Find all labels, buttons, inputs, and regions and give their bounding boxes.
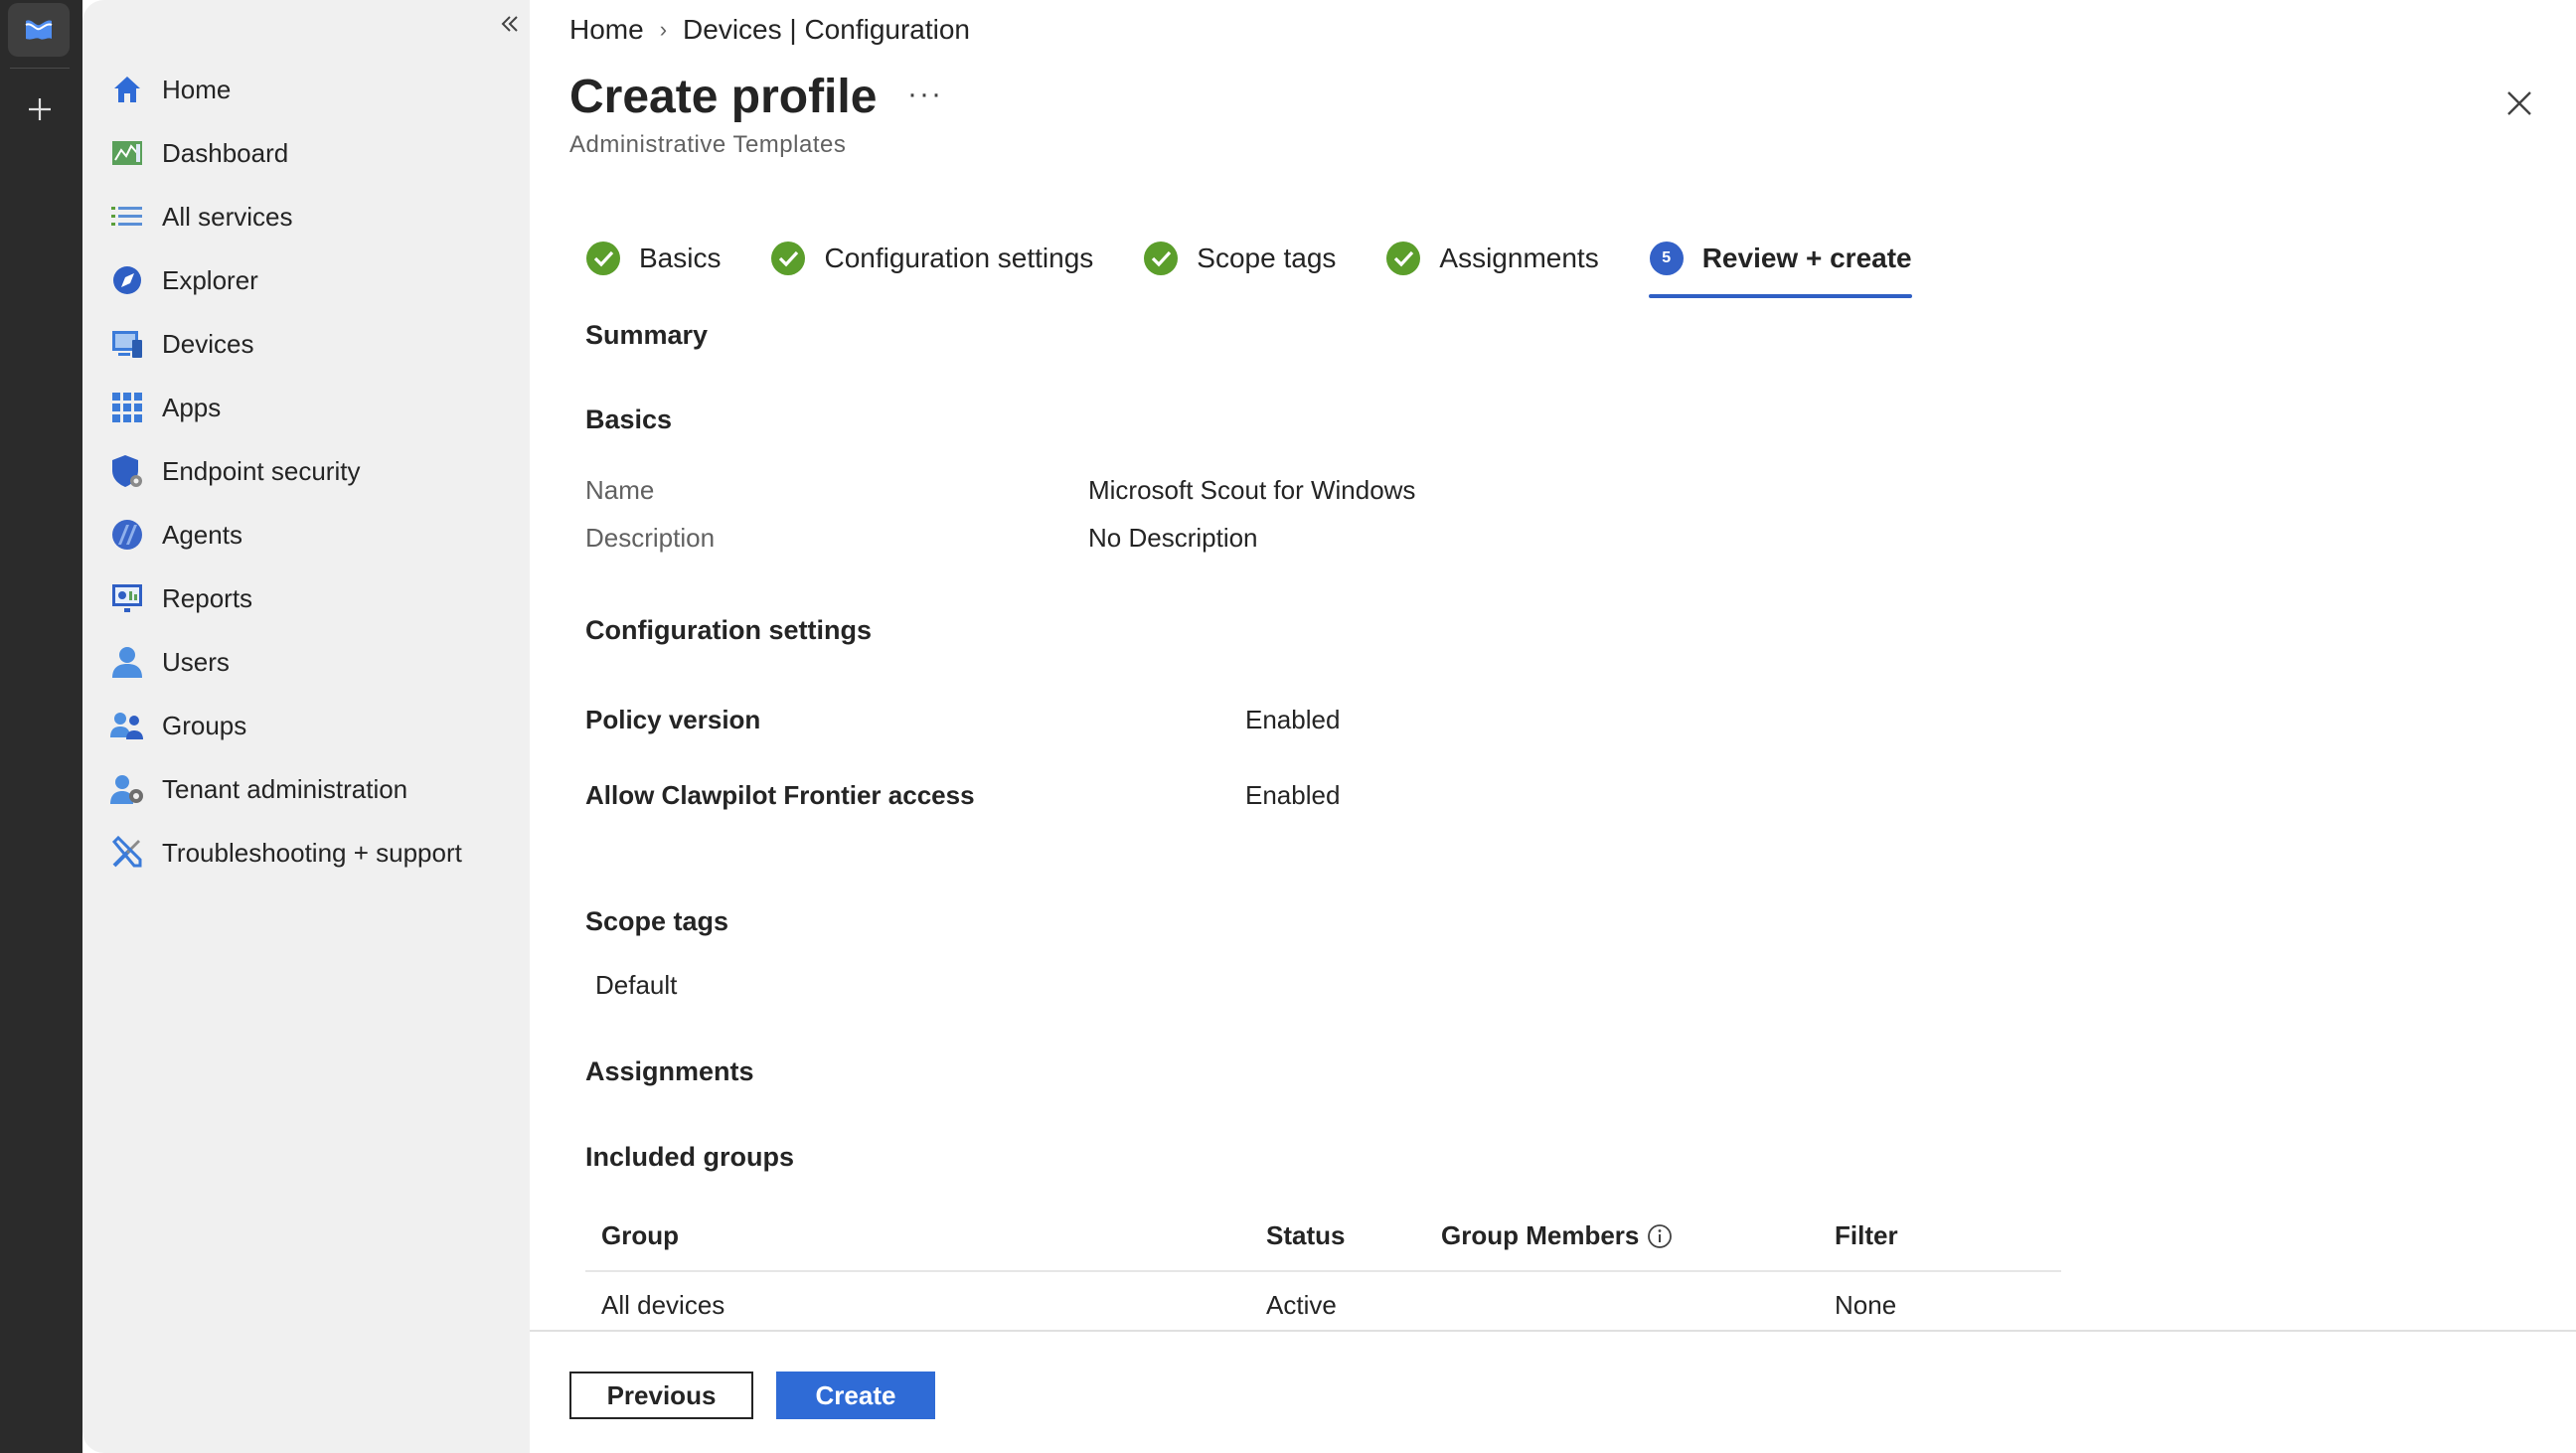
user-icon xyxy=(108,643,146,681)
check-circle-icon xyxy=(1385,241,1421,276)
nav-label: Devices xyxy=(162,328,254,359)
nav-item-reports[interactable]: Reports xyxy=(108,566,462,630)
table-divider xyxy=(585,1270,2061,1272)
nav-label: Apps xyxy=(162,392,222,422)
nav-item-troubleshooting-support[interactable]: Troubleshooting + support xyxy=(108,821,462,885)
nav-label: Dashboard xyxy=(162,137,289,168)
dashboard-icon xyxy=(108,134,146,172)
breadcrumb: Home › Devices | Configuration xyxy=(569,14,970,46)
nav-label: Reports xyxy=(162,582,253,613)
home-icon xyxy=(108,71,146,108)
included-groups-heading: Included groups xyxy=(585,1142,795,1172)
step-number-badge: 5 xyxy=(1649,241,1685,276)
name-label: Name xyxy=(585,475,655,505)
nav-item-groups[interactable]: Groups xyxy=(108,694,462,757)
breadcrumb-current-link[interactable]: Devices | Configuration xyxy=(683,14,970,46)
nav-item-dashboard[interactable]: Dashboard xyxy=(108,121,462,185)
nav-label: Troubleshooting + support xyxy=(162,837,462,868)
more-options-icon[interactable]: ··· xyxy=(907,78,943,111)
column-header-filter: Filter xyxy=(1835,1220,1898,1250)
nav-item-devices[interactable]: Devices xyxy=(108,312,462,376)
agents-icon xyxy=(108,516,146,554)
app-rail xyxy=(0,0,82,1453)
page-title: Create profile xyxy=(569,71,878,123)
description-label: Description xyxy=(585,523,716,553)
nav-item-home[interactable]: Home xyxy=(108,58,462,121)
check-circle-icon xyxy=(1143,241,1179,276)
tenant-admin-icon xyxy=(108,770,146,808)
basics-heading: Basics xyxy=(585,404,673,434)
nav-item-apps[interactable]: Apps xyxy=(108,376,462,439)
reports-icon xyxy=(108,579,146,617)
page-subtitle: Administrative Templates xyxy=(569,131,847,158)
assignments-heading: Assignments xyxy=(585,1056,754,1086)
step-label: Assignments xyxy=(1439,242,1599,273)
collapse-sidebar-icon[interactable] xyxy=(490,8,530,40)
nav-label: Endpoint security xyxy=(162,455,361,486)
step-basics[interactable]: Basics xyxy=(585,231,721,286)
column-header-group-members: Group Members xyxy=(1441,1220,1673,1251)
tools-icon xyxy=(108,834,146,872)
info-icon[interactable] xyxy=(1647,1223,1673,1249)
step-review-create[interactable]: 5 Review + create xyxy=(1648,231,1912,298)
close-icon[interactable] xyxy=(2499,83,2539,123)
step-number: 5 xyxy=(1649,242,1684,275)
devices-icon xyxy=(108,325,146,363)
setting-value: Enabled xyxy=(1245,780,1341,810)
step-scope-tags[interactable]: Scope tags xyxy=(1143,231,1336,286)
apps-icon xyxy=(108,389,146,426)
name-value: Microsoft Scout for Windows xyxy=(1088,475,1416,505)
step-assignments[interactable]: Assignments xyxy=(1385,231,1599,286)
explorer-icon xyxy=(108,261,146,299)
nav-label: All services xyxy=(162,201,293,232)
step-label: Review + create xyxy=(1701,242,1912,273)
create-button[interactable]: Create xyxy=(776,1372,935,1419)
wizard-steps: Basics Configuration settings Scope tags… xyxy=(585,231,1962,298)
step-label: Configuration settings xyxy=(824,242,1094,273)
shield-icon xyxy=(108,452,146,490)
add-icon[interactable] xyxy=(20,89,60,129)
nav-item-all-services[interactable]: All services xyxy=(108,185,462,248)
navigation-sidebar: Home Dashboard All services Explorer Dev… xyxy=(82,0,530,1453)
footer-bar: Previous Create xyxy=(530,1330,2576,1453)
configuration-settings-heading: Configuration settings xyxy=(585,615,872,645)
check-circle-icon xyxy=(585,241,621,276)
step-label: Scope tags xyxy=(1197,242,1337,273)
app-logo-icon[interactable] xyxy=(8,3,70,57)
rail-divider xyxy=(10,68,70,69)
nav-label: Agents xyxy=(162,519,242,550)
list-icon xyxy=(108,198,146,236)
nav-item-users[interactable]: Users xyxy=(108,630,462,694)
nav-label: Explorer xyxy=(162,264,258,295)
cell-filter: None xyxy=(1835,1290,1897,1320)
check-circle-icon xyxy=(770,241,806,276)
nav-label: Tenant administration xyxy=(162,773,408,804)
groups-icon xyxy=(108,707,146,744)
cell-status: Active xyxy=(1266,1290,1337,1320)
nav-item-endpoint-security[interactable]: Endpoint security xyxy=(108,439,462,503)
nav-label: Users xyxy=(162,646,230,677)
setting-key: Allow Clawpilot Frontier access xyxy=(585,780,975,810)
nav-label: Home xyxy=(162,74,232,104)
setting-key: Policy version xyxy=(585,705,761,734)
nav-item-explorer[interactable]: Explorer xyxy=(108,248,462,312)
setting-value: Enabled xyxy=(1245,705,1341,734)
nav-label: Groups xyxy=(162,710,247,740)
main-content: Home › Devices | Configuration Create pr… xyxy=(530,0,2576,1453)
column-header-group: Group xyxy=(601,1220,679,1250)
step-configuration-settings[interactable]: Configuration settings xyxy=(770,231,1093,286)
previous-button[interactable]: Previous xyxy=(569,1372,753,1419)
cell-group: All devices xyxy=(601,1290,725,1320)
nav-item-agents[interactable]: Agents xyxy=(108,503,462,566)
description-value: No Description xyxy=(1088,523,1258,553)
scope-tag-value: Default xyxy=(595,970,678,1000)
step-label: Basics xyxy=(639,242,722,273)
breadcrumb-home-link[interactable]: Home xyxy=(569,14,644,46)
chevron-right-icon: › xyxy=(659,17,668,42)
summary-heading: Summary xyxy=(585,320,709,350)
scope-tags-heading: Scope tags xyxy=(585,906,729,936)
nav-item-tenant-administration[interactable]: Tenant administration xyxy=(108,757,462,821)
column-header-status: Status xyxy=(1266,1220,1346,1250)
